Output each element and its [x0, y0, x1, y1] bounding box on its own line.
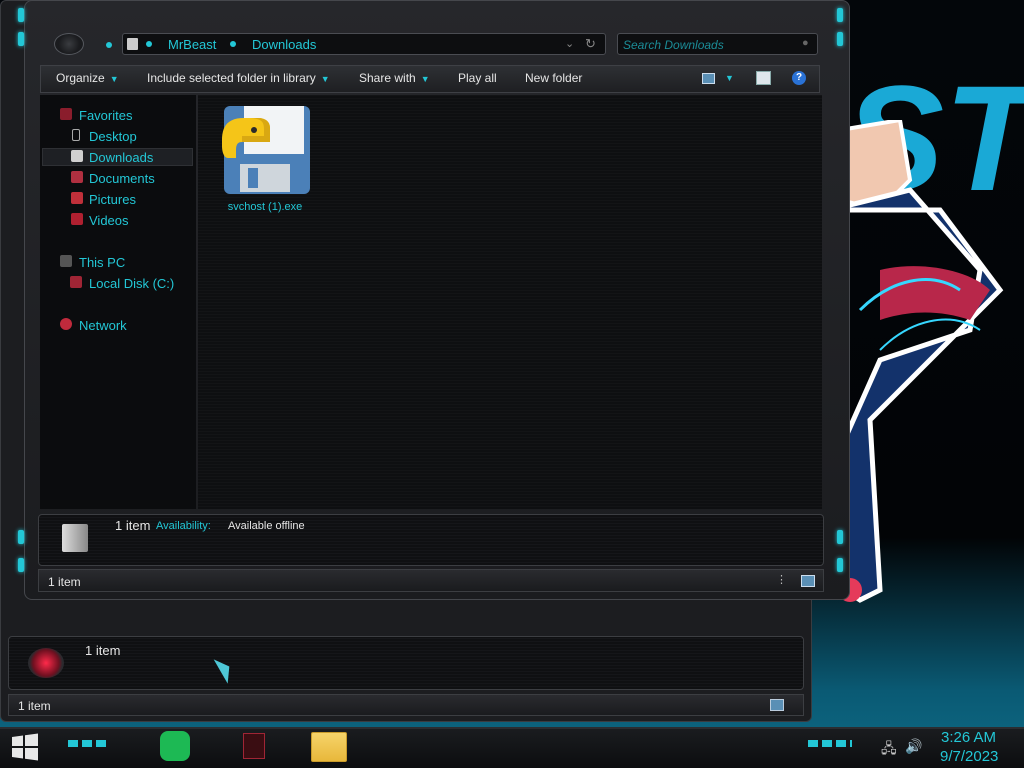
availability-label: Availability: [156, 520, 211, 532]
status-count: 1 item [48, 575, 81, 589]
breadcrumb-item[interactable]: Downloads [252, 37, 316, 52]
background-details-icon [28, 648, 64, 678]
background-status-count: 1 item [18, 699, 51, 713]
background-view-icon[interactable] [770, 699, 784, 711]
share-with-button[interactable]: Share with ▼ [359, 71, 430, 85]
view-options-chevron-icon[interactable]: ▼ [725, 73, 734, 83]
file-item[interactable]: svchost (1).exe [218, 102, 312, 214]
nav-videos[interactable]: Videos [89, 213, 129, 228]
chevron-down-icon: ▼ [109, 74, 119, 84]
background-details-count: 1 item [85, 643, 121, 658]
volume-icon[interactable]: 🔊 [905, 738, 922, 755]
preview-pane-icon[interactable] [756, 71, 771, 85]
background-details-pane [8, 636, 804, 690]
background-status-bar [8, 694, 804, 716]
breadcrumb-item[interactable]: MrBeast [168, 37, 216, 52]
spotify-icon[interactable] [160, 731, 190, 761]
wallpaper-character [827, 120, 1004, 603]
address-dropdown-icon[interactable]: ⌄ [565, 37, 574, 50]
frame-accent [18, 32, 24, 46]
back-button[interactable] [54, 33, 84, 55]
help-icon[interactable]: ? [792, 71, 806, 85]
new-folder-button[interactable]: New folder [525, 71, 582, 85]
status-bar [38, 569, 824, 592]
desktop-icon [72, 129, 80, 141]
taskbar-accent [68, 740, 110, 747]
clock-date[interactable]: 9/7/2023 [940, 748, 998, 765]
nav-pictures[interactable]: Pictures [89, 192, 136, 207]
breadcrumb-separator [146, 41, 152, 47]
star-icon [60, 108, 72, 120]
include-library-label: Include selected folder in library [147, 71, 316, 85]
file-explorer-icon[interactable] [311, 732, 347, 762]
availability-value: Available offline [228, 520, 305, 532]
play-all-button[interactable]: Play all [458, 71, 497, 85]
play-all-label: Play all [458, 71, 497, 85]
nav-desktop[interactable]: Desktop [89, 129, 137, 144]
nav-network[interactable]: Network [79, 318, 127, 333]
new-folder-label: New folder [525, 71, 583, 85]
details-count: 1 item [115, 518, 151, 533]
file-name: svchost (1).exe [227, 201, 303, 213]
frame-accent [18, 530, 24, 544]
search-input[interactable]: Search Downloads [623, 38, 724, 52]
include-in-library-button[interactable]: Include selected folder in library ▼ [147, 71, 330, 85]
documents-icon [71, 171, 83, 183]
network-status-icon[interactable]: 🖧 [881, 738, 897, 762]
change-view-icon[interactable] [702, 73, 715, 84]
frame-accent [837, 530, 843, 544]
nav-this-pc[interactable]: This PC [79, 255, 125, 270]
nav-favorites[interactable]: Favorites [79, 108, 132, 123]
large-icons-view-icon[interactable] [801, 575, 815, 587]
clock-time[interactable]: 3:26 AM [941, 729, 996, 746]
address-folder-icon [127, 38, 138, 50]
taskbar [0, 727, 1024, 768]
frame-accent [18, 8, 24, 22]
network-icon [60, 318, 72, 330]
pictures-icon [71, 192, 83, 204]
organize-button[interactable]: Organize ▼ [56, 71, 119, 85]
share-with-label: Share with [359, 71, 416, 85]
taskbar-app-icon[interactable] [243, 733, 265, 759]
desktop: ST 1 item 1 item MrBeast Downloads ⌄ ↻ S… [0, 0, 1024, 768]
breadcrumb-separator [230, 41, 236, 47]
taskbar-accent [808, 740, 852, 747]
nav-downloads[interactable]: Downloads [89, 150, 153, 165]
downloads-icon [71, 150, 83, 162]
chevron-down-icon: ▼ [420, 74, 430, 84]
frame-accent [837, 8, 843, 22]
details-view-icon[interactable]: ⋮ [776, 573, 787, 586]
chevron-down-icon: ▼ [320, 74, 330, 84]
search-icon[interactable]: ● [802, 37, 809, 49]
frame-accent [837, 558, 843, 572]
videos-icon [71, 213, 83, 225]
nav-local-disk[interactable]: Local Disk (C:) [89, 276, 174, 291]
organize-label: Organize [56, 71, 105, 85]
python-file-icon [222, 106, 310, 194]
refresh-icon[interactable]: ↻ [585, 36, 596, 52]
forward-button[interactable] [106, 42, 112, 48]
windows-start-icon[interactable] [11, 733, 39, 761]
frame-accent [837, 32, 843, 46]
details-folder-icon [62, 524, 88, 552]
drive-icon [70, 276, 82, 288]
computer-icon [60, 255, 72, 267]
nav-documents[interactable]: Documents [89, 171, 155, 186]
frame-accent [18, 558, 24, 572]
